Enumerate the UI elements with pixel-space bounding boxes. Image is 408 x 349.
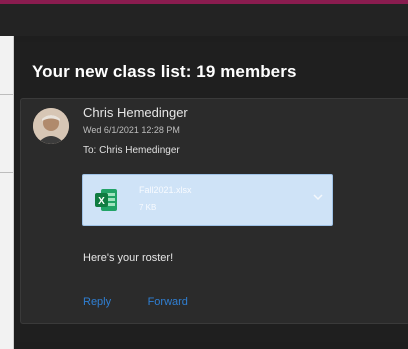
svg-text:X: X (98, 196, 105, 207)
message-dialog: Your new class list: 19 members Chris He… (16, 42, 408, 342)
attachment-size: 7 KB (139, 203, 157, 212)
message-body: Here's your roster! (83, 252, 174, 264)
avatar (33, 108, 69, 144)
pane-divider-line (0, 172, 13, 173)
to-line: To: Chris Hemedinger (83, 145, 180, 156)
message-actions: Reply Forward (83, 292, 220, 310)
forward-link[interactable]: Forward (148, 296, 188, 308)
sent-date: Wed 6/1/2021 12:28 PM (83, 125, 180, 135)
excel-icon: X (95, 189, 117, 211)
pane-divider-line (0, 94, 13, 95)
attachment-card[interactable]: X Fall2021.xlsx 7 KB (82, 174, 333, 226)
chevron-down-icon[interactable] (312, 191, 324, 203)
top-bar (0, 0, 408, 36)
reply-link[interactable]: Reply (83, 296, 111, 308)
message-card: Chris Hemedinger Wed 6/1/2021 12:28 PM T… (20, 98, 408, 324)
accent-bar (0, 0, 408, 4)
left-pane-edge (0, 36, 14, 349)
dialog-title: Your new class list: 19 members (32, 62, 297, 81)
avatar-image (33, 108, 69, 144)
sender-name: Chris Hemedinger (83, 105, 188, 120)
attachment-name: Fall2021.xlsx (139, 185, 192, 195)
